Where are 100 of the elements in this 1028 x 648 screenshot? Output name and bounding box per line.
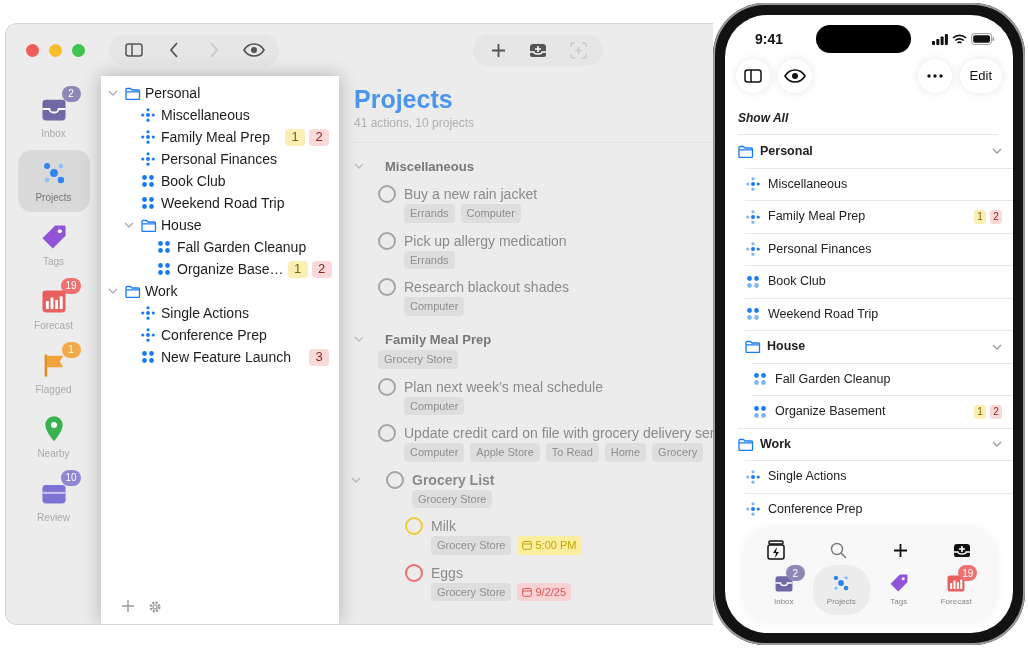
status-circle[interactable] [378, 424, 396, 442]
project-name[interactable]: Book Club [768, 272, 826, 292]
project-name[interactable]: Fall Garden Cleanup [177, 236, 307, 258]
dots-cross-icon [746, 502, 760, 517]
dots-cross-icon [141, 108, 155, 122]
folder-name[interactable]: Personal [760, 141, 813, 161]
dots-cross-icon [141, 328, 155, 342]
section-title: Family Meal Prep [385, 330, 492, 349]
show-all-link[interactable]: Show All [738, 109, 998, 135]
overdue-count: 2 [311, 260, 332, 278]
due-soon-count: 1 [285, 128, 305, 146]
chevron-down-icon[interactable] [992, 148, 1002, 155]
folder-icon [738, 144, 754, 158]
plus-icon[interactable] [892, 542, 908, 558]
folder-name[interactable]: House [767, 337, 806, 357]
due-soon-count: 1 [974, 209, 986, 224]
count-badge: 2 [61, 85, 81, 102]
dots-grid-icon [746, 274, 760, 289]
tab-bar-item[interactable]: 2 Inbox [755, 565, 813, 615]
edit-button[interactable]: Edit [959, 59, 1002, 93]
dots-cross-icon [141, 152, 155, 166]
folder-icon [125, 86, 141, 100]
eye-button[interactable] [778, 59, 812, 93]
tag-label: Home [604, 443, 647, 462]
tag-label: Computer [404, 443, 465, 462]
project-name[interactable]: Conference Prep [768, 499, 863, 519]
folder-name[interactable]: Personal [145, 82, 201, 104]
folder-name[interactable]: Work [760, 434, 792, 454]
dots-grid-icon [746, 307, 760, 322]
folder-name[interactable]: House [161, 214, 202, 236]
action-title: Milk [431, 517, 457, 535]
tag-label: Apple Store [470, 443, 540, 462]
tab-bar-item[interactable]: 19 Forecast [927, 565, 985, 615]
project-name[interactable]: Miscellaneous [768, 174, 848, 194]
status-circle[interactable] [405, 517, 423, 535]
close-button[interactable] [26, 43, 39, 57]
dots-cross-icon [746, 177, 760, 192]
action-title: Pick up allergy medication [404, 231, 567, 250]
minimize-button[interactable] [49, 43, 62, 57]
chevron-right-icon [209, 42, 219, 58]
project-name[interactable]: Personal Finances [161, 148, 277, 170]
tag-label: Grocery [652, 443, 704, 462]
status-circle[interactable] [386, 470, 404, 489]
dots-grid-icon [141, 196, 155, 210]
status-circle[interactable] [378, 231, 396, 250]
chevron-down-icon[interactable] [351, 476, 361, 483]
chevron-down-icon[interactable] [354, 336, 364, 343]
project-name[interactable]: Single Actions [768, 467, 847, 487]
dots-cross-icon [746, 242, 760, 257]
search-icon[interactable] [830, 541, 848, 559]
folder-icon [125, 284, 141, 298]
project-name[interactable]: Personal Finances [768, 239, 872, 259]
project-name[interactable]: Weekend Road Trip [768, 304, 879, 324]
tab-bar-item[interactable]: Tags [870, 565, 928, 615]
dots-cross-icon [141, 306, 155, 320]
sidebar-button[interactable] [736, 59, 770, 93]
project-name[interactable]: Organize Base… [177, 258, 284, 280]
project-name[interactable]: Weekend Road Trip [161, 192, 285, 214]
status-time: 9:41 [755, 29, 784, 49]
chevron-down-icon[interactable] [354, 163, 364, 170]
chevron-down-icon[interactable] [124, 222, 134, 228]
action-title: Eggs [431, 563, 464, 582]
inbox-plus-icon [529, 42, 547, 58]
dots-cross-icon [746, 209, 760, 224]
wifi-icon [952, 33, 967, 45]
jar-bolt-icon[interactable] [767, 540, 785, 560]
chevron-down-icon[interactable] [108, 90, 118, 96]
project-name[interactable]: Book Club [161, 170, 226, 192]
inbox-plus-icon[interactable] [953, 542, 971, 558]
tag-label: Computer [404, 297, 465, 316]
project-name[interactable]: Miscellaneous [161, 104, 250, 126]
status-circle[interactable] [378, 278, 396, 296]
status-circle[interactable] [378, 377, 396, 396]
folder-name[interactable]: Work [145, 280, 178, 302]
tag-label: Computer [404, 396, 465, 415]
capture-frame-icon [569, 41, 587, 59]
gear-icon[interactable] [148, 600, 162, 614]
project-name[interactable]: Conference Prep [161, 324, 267, 346]
folder-icon [738, 437, 754, 451]
chevron-down-icon[interactable] [108, 288, 118, 294]
project-name[interactable]: Organize Basement [775, 402, 886, 422]
chevron-down-icon[interactable] [992, 441, 1002, 448]
zoom-button[interactable] [72, 43, 85, 57]
project-name[interactable]: New Feature Launch [161, 346, 291, 368]
status-circle[interactable] [405, 563, 423, 582]
count-badge: 19 [958, 565, 978, 581]
chevron-down-icon[interactable] [992, 343, 1002, 350]
tag-label: Grocery Store [431, 536, 512, 555]
project-name[interactable]: Family Meal Prep [768, 207, 866, 227]
status-circle[interactable] [378, 185, 396, 203]
tag-label: Grocery Store [412, 489, 493, 508]
action-title: Buy a new rain jacket [404, 185, 538, 203]
project-name[interactable]: Fall Garden Cleanup [775, 369, 891, 389]
overdue-count: 2 [990, 404, 1002, 419]
action-title: Plan next week’s meal schedule [404, 377, 603, 396]
project-name[interactable]: Family Meal Prep [161, 126, 270, 148]
project-name[interactable]: Single Actions [161, 302, 249, 324]
chevron-left-icon [169, 42, 179, 58]
more-button[interactable] [917, 59, 952, 93]
dots-grid-icon [141, 174, 155, 188]
